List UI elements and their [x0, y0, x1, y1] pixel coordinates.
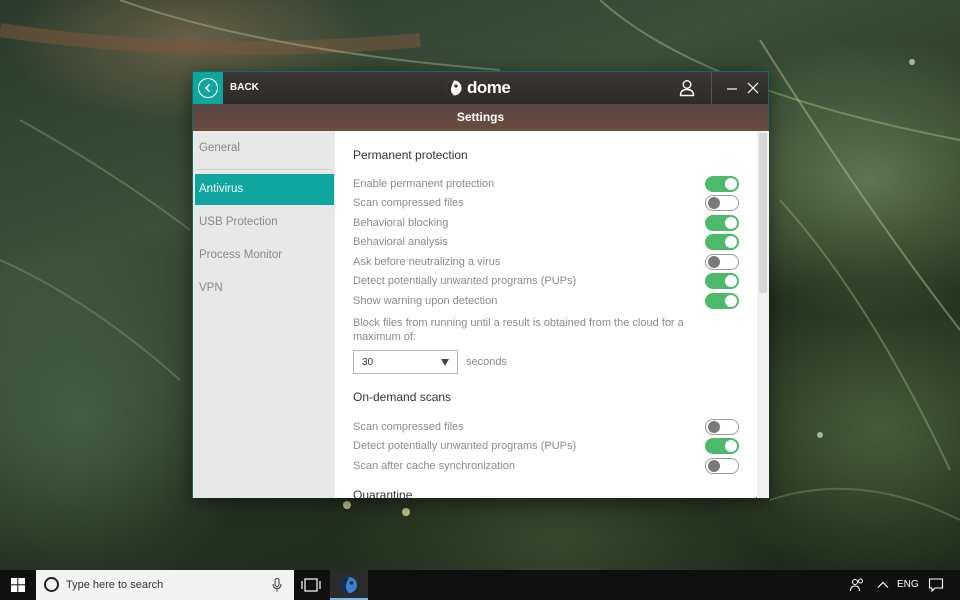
- search-placeholder: Type here to search: [66, 579, 164, 591]
- ondemand-detect-pups-toggle[interactable]: [705, 438, 739, 454]
- back-arrow-icon: [198, 78, 218, 98]
- behavioral-blocking-toggle[interactable]: [705, 215, 739, 231]
- titlebar-divider: [711, 72, 712, 104]
- back-button[interactable]: [193, 72, 223, 104]
- cloud-block-description: Block files from running until a result …: [353, 317, 684, 343]
- option-row: Behavioral blocking: [353, 215, 741, 233]
- option-label: Scan compressed files: [353, 421, 464, 433]
- dome-settings-window: BACK dome Settings General Antivirus USB…: [192, 71, 769, 498]
- close-icon: [747, 82, 759, 94]
- toggle-knob: [725, 440, 737, 452]
- panda-dome-app-icon: [341, 577, 357, 593]
- toggle-knob: [725, 217, 737, 229]
- option-label: Detect potentially unwanted programs (PU…: [353, 440, 577, 452]
- section-title-permanent-protection: Permanent protection: [353, 148, 468, 162]
- close-button[interactable]: [746, 80, 760, 96]
- cloud-timeout-select[interactable]: 30: [353, 350, 458, 374]
- taskbar-app-dome[interactable]: [330, 570, 368, 600]
- ask-before-neutralizing-toggle[interactable]: [705, 254, 739, 270]
- option-label: Detect potentially unwanted programs (PU…: [353, 275, 577, 287]
- settings-sidebar: General Antivirus USB Protection Process…: [193, 131, 335, 498]
- detect-pups-toggle[interactable]: [705, 273, 739, 289]
- content-scrollbar[interactable]: [757, 131, 769, 498]
- dropdown-arrow-icon: [441, 359, 449, 366]
- ondemand-scan-compressed-toggle[interactable]: [705, 419, 739, 435]
- input-language-indicator[interactable]: ENG: [897, 579, 919, 590]
- start-button[interactable]: [0, 570, 36, 600]
- toggle-knob: [708, 421, 720, 433]
- option-row: Detect potentially unwanted programs (PU…: [353, 273, 741, 291]
- option-row: Ask before neutralizing a virus: [353, 254, 741, 272]
- brand-name: dome: [467, 78, 511, 97]
- option-row: Scan compressed files: [353, 195, 741, 213]
- option-row: Detect potentially unwanted programs (PU…: [353, 438, 741, 456]
- cortana-icon: [44, 577, 59, 592]
- panda-logo-icon: [446, 80, 462, 96]
- people-icon[interactable]: [849, 577, 865, 593]
- toggle-knob: [708, 460, 720, 472]
- toggle-knob: [725, 236, 737, 248]
- section-title-on-demand-scans: On-demand scans: [353, 390, 452, 404]
- option-label: Scan compressed files: [353, 197, 464, 209]
- user-icon: [679, 80, 695, 97]
- toggle-knob: [708, 256, 720, 268]
- dome-logo: dome: [446, 78, 511, 98]
- task-view-icon[interactable]: [301, 577, 321, 593]
- sidebar-divider: [197, 169, 331, 170]
- show-warning-toggle[interactable]: [705, 293, 739, 309]
- minimize-button[interactable]: [725, 80, 739, 96]
- behavioral-analysis-toggle[interactable]: [705, 234, 739, 250]
- option-row: Scan after cache synchronization: [353, 458, 741, 476]
- option-label: Behavioral analysis: [353, 236, 448, 248]
- chevron-up-icon[interactable]: [876, 578, 890, 592]
- cloud-timeout-value: 30: [362, 357, 374, 368]
- sidebar-item-process-monitor[interactable]: Process Monitor: [195, 240, 334, 271]
- microphone-icon[interactable]: [272, 578, 282, 592]
- minimize-icon: [727, 88, 737, 90]
- account-button[interactable]: [677, 78, 697, 98]
- toggle-knob: [725, 295, 737, 307]
- taskbar-search-box[interactable]: Type here to search: [36, 570, 294, 600]
- taskbar: Type here to search ENG: [0, 570, 960, 600]
- toggle-knob: [725, 275, 737, 287]
- option-row: Scan compressed files: [353, 419, 741, 437]
- option-label: Scan after cache synchronization: [353, 460, 516, 472]
- page-title: Settings: [193, 104, 768, 131]
- sidebar-item-antivirus[interactable]: Antivirus: [195, 174, 334, 205]
- cloud-timeout-unit: seconds: [466, 356, 507, 368]
- sidebar-item-usb-protection[interactable]: USB Protection: [195, 207, 334, 238]
- scan-after-cache-sync-toggle[interactable]: [705, 458, 739, 474]
- sidebar-item-general[interactable]: General: [195, 133, 334, 164]
- option-label: Behavioral blocking: [353, 217, 449, 229]
- toggle-knob: [708, 197, 720, 209]
- windows-logo-icon: [11, 578, 25, 592]
- section-title-quarantine: Quarantine: [353, 488, 413, 498]
- notification-icon[interactable]: [928, 577, 944, 593]
- option-label: Enable permanent protection: [353, 178, 495, 190]
- back-label[interactable]: BACK: [230, 82, 259, 93]
- option-label: Show warning upon detection: [353, 295, 498, 307]
- scrollbar-thumb[interactable]: [759, 133, 767, 293]
- option-row: Enable permanent protection: [353, 176, 741, 194]
- sidebar-item-vpn[interactable]: VPN: [195, 273, 334, 304]
- window-titlebar[interactable]: BACK dome: [193, 72, 768, 104]
- option-label: Ask before neutralizing a virus: [353, 256, 501, 268]
- scan-compressed-files-toggle[interactable]: [705, 195, 739, 211]
- option-row: Behavioral analysis: [353, 234, 741, 252]
- option-row: Show warning upon detection: [353, 293, 741, 311]
- settings-content: Permanent protection Enable permanent pr…: [335, 131, 756, 498]
- enable-permanent-protection-toggle[interactable]: [705, 176, 739, 192]
- toggle-knob: [725, 178, 737, 190]
